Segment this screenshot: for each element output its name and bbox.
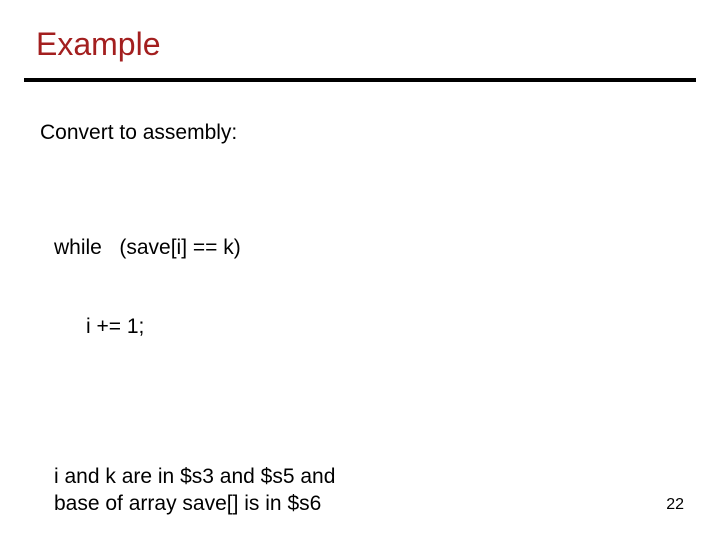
- title-rule: [24, 78, 696, 82]
- regs-line-1: i and k are in $s3 and $s5 and: [54, 464, 335, 490]
- intro-text: Convert to assembly:: [40, 120, 335, 146]
- code-line-2: i += 1;: [86, 314, 335, 340]
- page-number: 22: [666, 496, 684, 514]
- slide-title: Example: [36, 26, 161, 63]
- code-line-1: while (save[i] == k): [54, 235, 335, 261]
- code-block: while (save[i] == k) i += 1;: [54, 182, 335, 392]
- slide-body: Convert to assembly: while (save[i] == k…: [40, 120, 335, 517]
- register-info: i and k are in $s3 and $s5 and base of a…: [54, 464, 335, 517]
- regs-line-2: base of array save[] is in $s6: [54, 491, 335, 517]
